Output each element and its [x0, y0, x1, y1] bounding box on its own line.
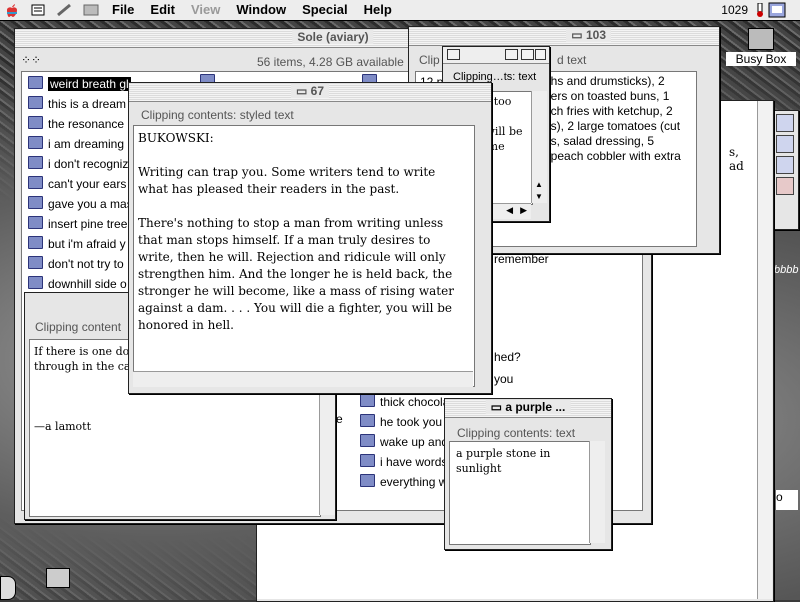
- bukowski-heading: BUKOWSKI:: [138, 131, 214, 145]
- desktop-fragment-bbb: bbbb: [774, 264, 799, 276]
- app-switch-icon[interactable]: [30, 3, 48, 17]
- busy-box-desktop-icon[interactable]: Busy Box: [726, 28, 796, 74]
- bukowski-paragraph-1: Writing can trap you. Some writers tend …: [138, 165, 436, 196]
- fragment-remember: remember: [494, 252, 549, 266]
- purple-content: a purple stone in sunlight: [449, 441, 591, 545]
- purple-title: ▭ a purple ...: [485, 400, 571, 414]
- bukowski-hscroll[interactable]: [133, 371, 473, 387]
- control-strip-icon[interactable]: [82, 3, 100, 17]
- palette-button-2[interactable]: [776, 135, 794, 153]
- clipping-icon: ▭: [571, 28, 586, 42]
- folder-icon: [28, 156, 43, 169]
- apple-menu-icon[interactable]: [4, 3, 22, 17]
- folder-icon: [28, 216, 43, 229]
- folder-icon: [28, 76, 43, 89]
- folder-icon: [360, 454, 375, 467]
- background-document-scrollbar[interactable]: [757, 101, 772, 599]
- scroll-left-arrow-icon[interactable]: ◀: [506, 205, 513, 216]
- bukowski-content: BUKOWSKI: Writing can trap you. Some wri…: [133, 125, 475, 387]
- menu-clock[interactable]: 1029: [721, 0, 748, 20]
- clipping-icon: ▭: [490, 400, 506, 414]
- bukowski-title: ▭ 67: [290, 84, 330, 98]
- menu-view[interactable]: View: [183, 0, 228, 20]
- scroll-up-arrow-icon[interactable]: ▲: [535, 180, 543, 189]
- purple-titlebar[interactable]: ▭ a purple ...: [445, 399, 611, 418]
- tool-palette: [771, 110, 799, 230]
- palette-button-1[interactable]: [776, 114, 794, 132]
- folder-icon: [360, 414, 375, 427]
- purple-header: Clipping contents: text: [457, 426, 576, 440]
- folder-icon: [360, 394, 375, 407]
- purple-scrollbar[interactable]: [589, 441, 605, 543]
- window-shade-icon[interactable]: [535, 49, 546, 60]
- folder-icon: [28, 176, 43, 189]
- folder-icon: [28, 116, 43, 129]
- lamott-text-line: If there is one doo: [34, 345, 136, 358]
- bukowski-clipping-window: ▭ 67 Clipping contents: styled text BUKO…: [128, 82, 492, 394]
- folder-icon: [360, 474, 375, 487]
- busy-box-icon: [748, 28, 774, 50]
- menu-window[interactable]: Window: [228, 0, 294, 20]
- close-box-icon[interactable]: [447, 49, 460, 60]
- folder-icon: [360, 434, 375, 447]
- menu-file[interactable]: File: [104, 0, 142, 20]
- clip-103-title: ▭ 103: [566, 28, 611, 42]
- desktop-fragment-o: o: [776, 490, 798, 510]
- sole-title: Sole (aviary): [292, 30, 374, 44]
- palette-button-4[interactable]: [776, 177, 794, 195]
- bukowski-titlebar[interactable]: ▭ 67: [129, 83, 491, 102]
- view-toggle-icon[interactable]: ⁘⁘: [21, 53, 41, 67]
- menu-bar: File Edit View Window Special Help 1029: [0, 0, 800, 21]
- busy-box-label: Busy Box: [726, 52, 796, 66]
- clip-103-header-tail: d text: [557, 53, 587, 67]
- clip-103-header: Clip: [419, 53, 440, 67]
- small-clip-titlebar[interactable]: [443, 47, 549, 64]
- application-menu-icon[interactable]: [768, 2, 786, 21]
- background-document-fragment-2: ad: [729, 159, 744, 173]
- clip-103-text-visible: ghs and drumsticks), 2 gers on toasted b…: [544, 74, 681, 163]
- folder-icon: [28, 196, 43, 209]
- fragment-hed: hed?: [494, 350, 521, 364]
- bukowski-header: Clipping contents: styled text: [141, 108, 294, 122]
- clip-103-titlebar[interactable]: ▭ 103: [409, 27, 719, 46]
- lamott-signature: —a lamott: [34, 420, 92, 433]
- fragment-e: e: [336, 412, 343, 426]
- thermometer-icon[interactable]: [756, 2, 764, 20]
- lamott-clip-header: Clipping content: [35, 320, 122, 334]
- folder-icon: [28, 96, 43, 109]
- scroll-down-arrow-icon[interactable]: ▼: [535, 192, 543, 201]
- small-clip-scrollbar[interactable]: ▲ ▼: [531, 91, 547, 203]
- palette-button-3[interactable]: [776, 156, 794, 174]
- zoom-box-icon[interactable]: [505, 49, 518, 60]
- clipping-desktop-icon[interactable]: [46, 568, 70, 588]
- sole-info: 56 items, 4.28 GB available: [257, 55, 404, 69]
- control-strip-tab-icon[interactable]: [0, 576, 16, 600]
- menu-edit[interactable]: Edit: [142, 0, 183, 20]
- folder-icon: [28, 276, 43, 289]
- folder-icon: [28, 136, 43, 149]
- clipping-icon: ▭: [295, 84, 311, 98]
- scroll-right-arrow-icon[interactable]: ▶: [520, 205, 527, 216]
- lamott-text-line: through in the ca: [34, 360, 131, 373]
- fragment-you: you: [494, 372, 514, 386]
- menu-special[interactable]: Special: [294, 0, 356, 20]
- purple-clipping-window: ▭ a purple ... Clipping contents: text a…: [444, 398, 612, 550]
- folder-icon: [28, 256, 43, 269]
- bukowski-paragraph-2: There's nothing to stop a man from writi…: [138, 216, 454, 332]
- menu-help[interactable]: Help: [356, 0, 400, 20]
- background-document-fragment-1: s,: [729, 145, 739, 159]
- collapse-box-icon[interactable]: [521, 49, 534, 60]
- brush-icon[interactable]: [56, 3, 74, 17]
- folder-icon: [28, 236, 43, 249]
